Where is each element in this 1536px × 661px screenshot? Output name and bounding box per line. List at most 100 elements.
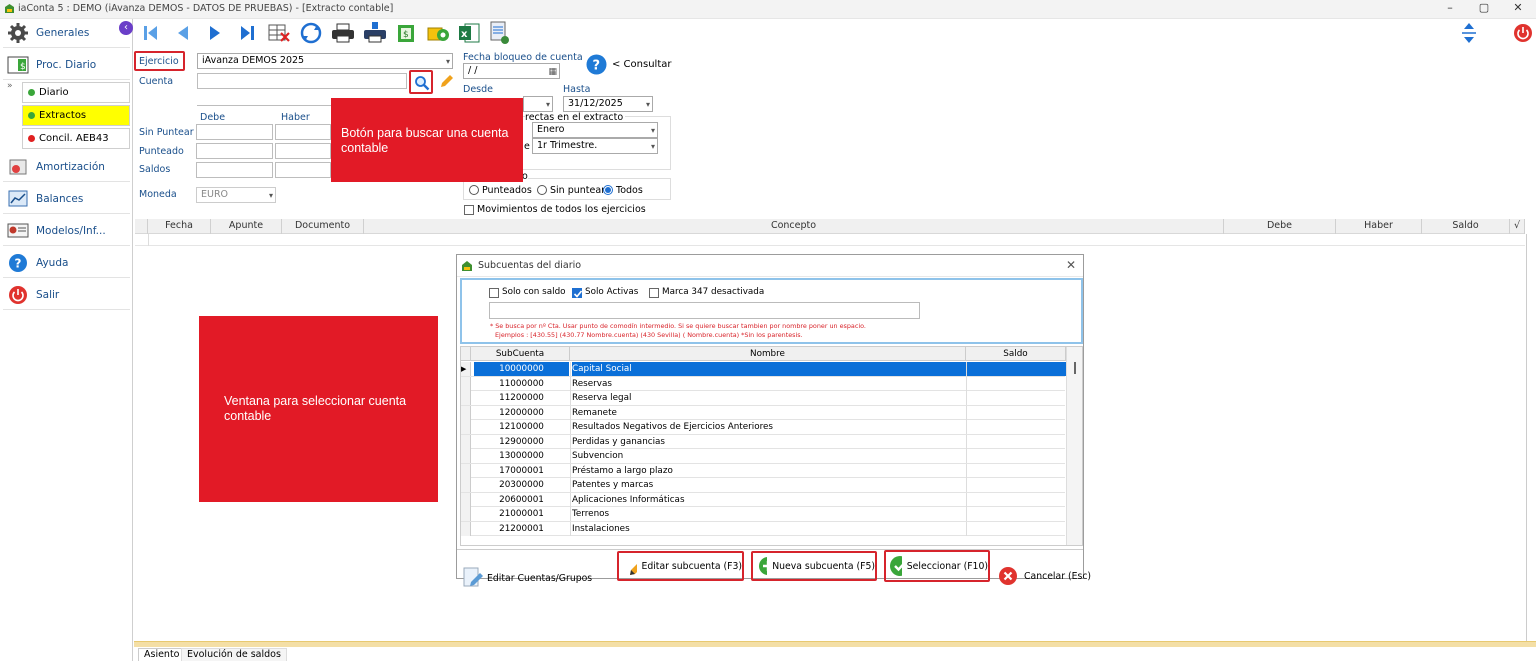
dialog-scrollbar[interactable] (1066, 347, 1082, 545)
print-preview-icon[interactable] (362, 20, 388, 46)
subcuenta-row[interactable]: 21000001 Terrenos (461, 507, 1065, 522)
scrollbar-thumb[interactable] (1074, 362, 1076, 374)
subcuenta-row[interactable]: 20300000 Patentes y marcas (461, 478, 1065, 493)
col-haber[interactable]: Haber (1336, 219, 1422, 234)
sidebar-subitem-diario[interactable]: Diario (22, 82, 130, 103)
subcuenta-saldo (966, 362, 1066, 376)
solo-activas-checkbox[interactable] (572, 288, 583, 298)
saldos-haber (275, 162, 331, 178)
fecha-bloqueo-input[interactable]: / / ▦ (463, 63, 560, 79)
subcuenta-row[interactable]: 21200001 Instalaciones (461, 521, 1065, 536)
col-saldo[interactable]: Saldo (966, 347, 1066, 361)
seleccionar-button[interactable]: Seleccionar (F10) (884, 550, 990, 582)
subcuenta-row[interactable]: 17000001 Préstamo a largo plazo (461, 463, 1065, 478)
movimientos-checkbox[interactable] (464, 205, 474, 215)
radio-todos[interactable] (603, 185, 613, 195)
nueva-subcuenta-button[interactable]: Nueva subcuenta (F5) (751, 551, 877, 581)
delete-grid-icon[interactable] (266, 20, 292, 46)
subitem-label: Diario (39, 87, 69, 98)
desde-date-input[interactable]: ▾ (523, 96, 553, 112)
report-grid-icon[interactable] (486, 20, 512, 46)
subcuenta-row[interactable]: ▶ 10000000 Capital Social (461, 362, 1066, 377)
power-off-icon[interactable] (1510, 20, 1536, 46)
col-subcuenta[interactable]: SubCuenta (471, 347, 570, 361)
col-nombre[interactable]: Nombre (570, 347, 966, 361)
sidebar-item-label: Proc. Diario (36, 58, 97, 71)
subcuenta-name: Aplicaciones Informáticas (572, 494, 685, 505)
pencil-icon (630, 563, 638, 575)
minimize-icon[interactable]: – (1440, 1, 1460, 14)
hasta-date-input[interactable]: 31/12/2025 ▾ (563, 96, 653, 112)
sidebar-item-amortizacion[interactable]: Amortización (3, 152, 130, 182)
row-header-cell (461, 434, 471, 449)
subcuentas-dialog: Subcuentas del diario ✕ Solo con saldo S… (456, 254, 1084, 579)
expand-vertical-icon[interactable] (1456, 20, 1482, 46)
marca-347-checkbox[interactable] (649, 288, 659, 298)
editar-cuentas-grupos-button[interactable]: Editar Cuentas/Grupos (462, 566, 592, 590)
ejercicio-value: iAvanza DEMOS 2025 (202, 55, 305, 66)
tab-evolucion-saldos[interactable]: Evolución de saldos (181, 648, 287, 661)
refresh-icon[interactable] (298, 20, 324, 46)
sidebar-item-label: Generales (36, 26, 90, 39)
money-export-icon[interactable]: $ (394, 20, 420, 46)
col-fecha[interactable]: Fecha (148, 219, 211, 234)
subcuenta-saldo (966, 449, 1066, 463)
subcuenta-row[interactable]: 11000000 Reservas (461, 376, 1065, 391)
mes-select[interactable]: Enero ▾ (532, 122, 658, 138)
subcuenta-search-input[interactable] (489, 302, 920, 319)
sidebar-subitem-extractos[interactable]: Extractos (22, 105, 130, 126)
sidebar-item-generales[interactable]: Generales (3, 18, 130, 48)
sidebar-item-modelos[interactable]: Modelos/Inf... (3, 216, 130, 246)
ejercicio-label: Ejercicio (139, 56, 179, 67)
subcuenta-row[interactable]: 20600001 Aplicaciones Informáticas (461, 492, 1065, 507)
subcuenta-row[interactable]: 12100000 Resultados Negativos de Ejercici… (461, 420, 1065, 435)
first-record-icon[interactable] (138, 20, 164, 46)
tab-asiento[interactable]: Asiento (138, 648, 186, 661)
radio-sin-puntear[interactable] (537, 185, 547, 195)
trimestre-select[interactable]: 1r Trimestre. ▾ (532, 138, 658, 154)
ejercicio-select[interactable]: iAvanza DEMOS 2025 ▾ (197, 53, 453, 69)
next-record-icon[interactable] (202, 20, 228, 46)
calendar-icon[interactable]: ▦ (548, 65, 557, 78)
sidebar-item-salir[interactable]: Salir (3, 280, 130, 310)
sidebar-item-label: Ayuda (36, 256, 69, 269)
bottom-splitter[interactable] (134, 641, 1536, 647)
cuenta-input[interactable] (197, 73, 407, 89)
print-icon[interactable] (330, 20, 356, 46)
col-debe[interactable]: Debe (1224, 219, 1336, 234)
maximize-icon[interactable]: ▢ (1474, 1, 1494, 14)
last-record-icon[interactable] (234, 20, 260, 46)
moneda-select[interactable]: EURO ▾ (196, 187, 276, 203)
subcuenta-row[interactable]: 12900000 Perdidas y ganancias (461, 434, 1065, 449)
subcuenta-row[interactable]: 11200000 Reserva legal (461, 391, 1065, 406)
radio-punteados[interactable] (469, 185, 479, 195)
edit-pencil-icon[interactable] (439, 73, 454, 92)
consultar-link[interactable]: < Consultar (612, 59, 671, 70)
search-account-button[interactable] (409, 70, 433, 94)
dialog-close-icon[interactable]: ✕ (1066, 258, 1076, 272)
col-concepto[interactable]: Concepto (364, 219, 1224, 234)
subcuenta-row[interactable]: 12000000 Remanete (461, 405, 1065, 420)
sidebar-item-ayuda[interactable]: ? Ayuda (3, 248, 130, 278)
subcuenta-row[interactable]: 13000000 Subvencion (461, 449, 1065, 464)
cancelar-button[interactable]: Cancelar (Esc) (998, 566, 1091, 586)
consultar-help-icon[interactable]: ? (586, 54, 607, 78)
grid-scrollbar[interactable] (1526, 234, 1527, 644)
close-window-icon[interactable]: ✕ (1508, 1, 1528, 14)
sidebar-item-balances[interactable]: Balances (3, 184, 130, 214)
editar-subcuenta-button[interactable]: Editar subcuenta (F3) (617, 551, 744, 581)
excel-icon[interactable]: x (456, 20, 482, 46)
radio-punteados-label: Punteados (482, 185, 532, 196)
expand-chevron-icon[interactable]: » (7, 81, 13, 91)
col-documento[interactable]: Documento (282, 219, 364, 234)
sidebar-item-label: Balances (36, 192, 84, 205)
cancel-icon (999, 567, 1017, 585)
sidebar-subitem-concil-aeb43[interactable]: Concil. AEB43 (22, 128, 130, 149)
col-apunte[interactable]: Apunte (211, 219, 282, 234)
col-check[interactable]: √ (1510, 219, 1525, 234)
col-saldo[interactable]: Saldo (1422, 219, 1510, 234)
money-settings-icon[interactable] (426, 20, 452, 46)
previous-record-icon[interactable] (170, 20, 196, 46)
sidebar-item-proc-diario[interactable]: $ Proc. Diario (3, 50, 130, 80)
solo-saldo-checkbox[interactable] (489, 288, 499, 298)
